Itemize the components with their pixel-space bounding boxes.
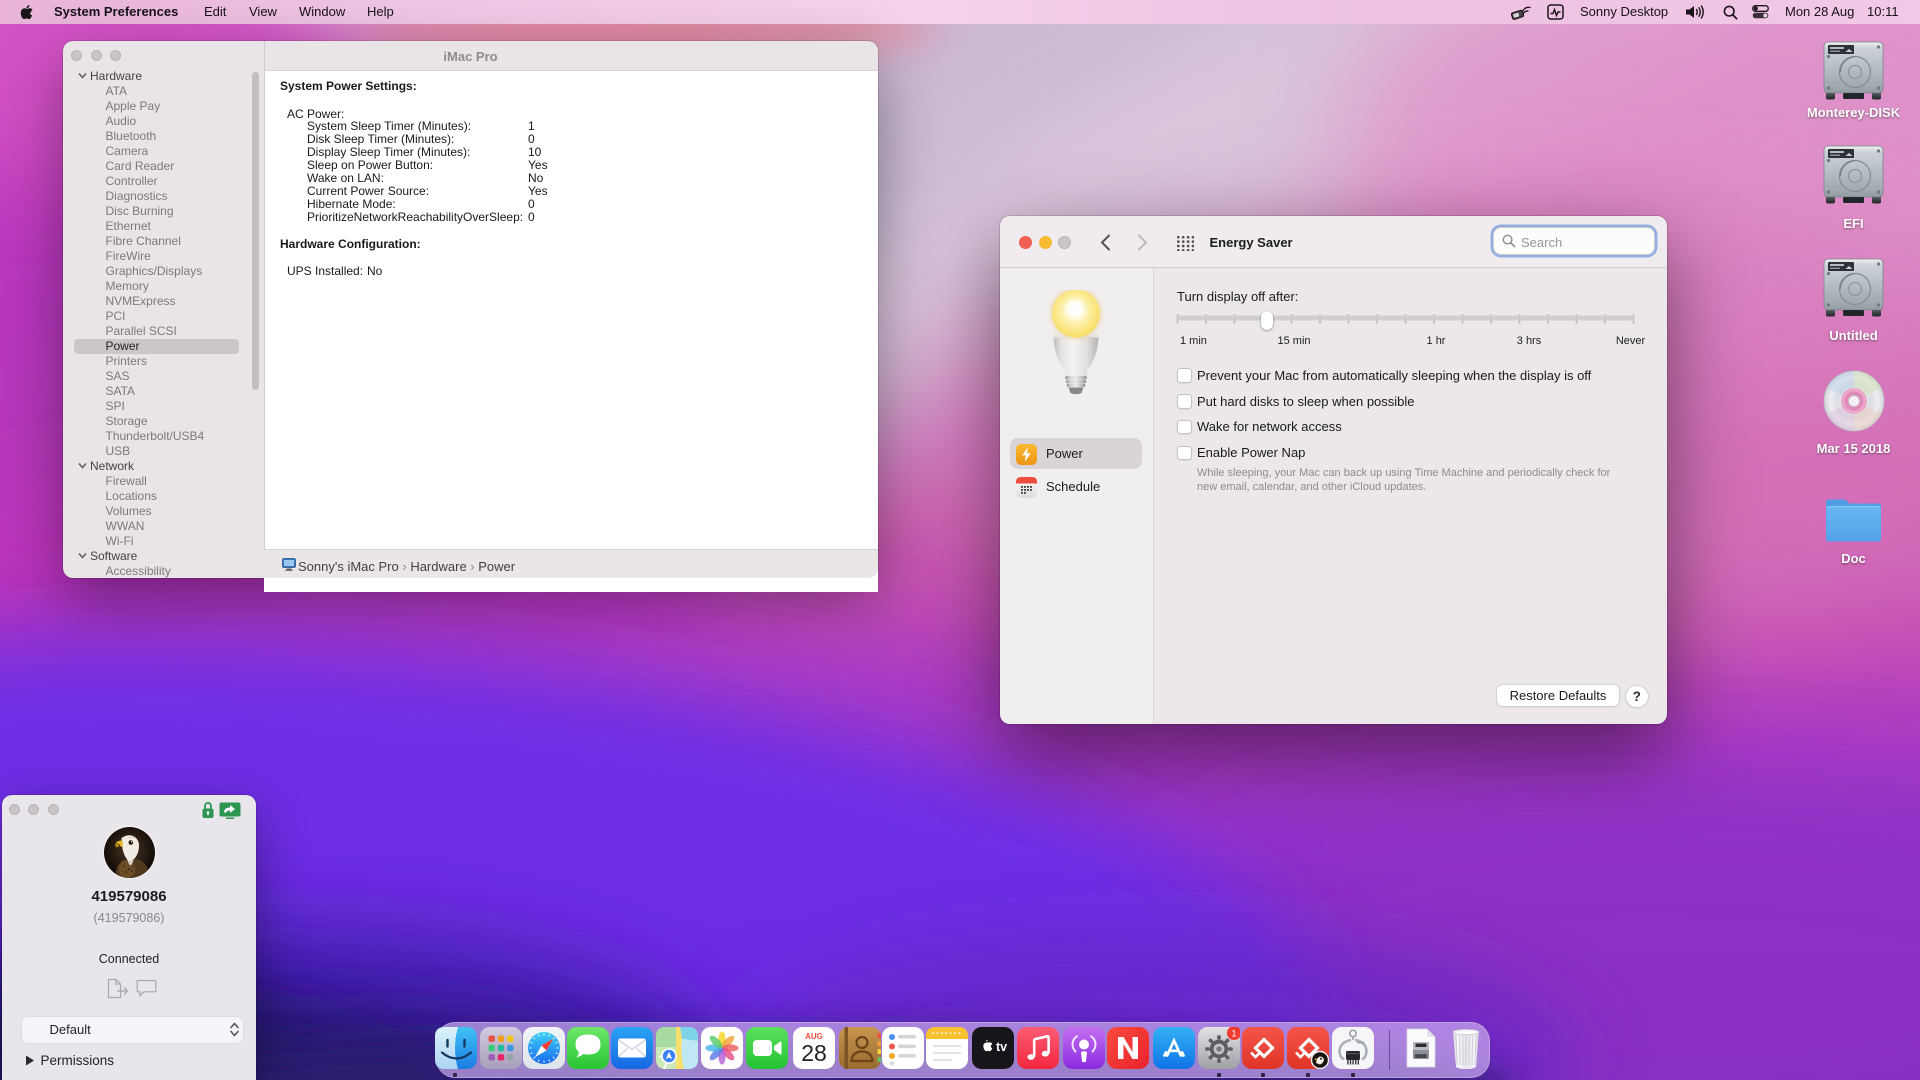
svg-text:1: 1: [1231, 1029, 1236, 1040]
svg-text:tv: tv: [996, 1040, 1007, 1054]
svg-text:28: 28: [801, 1040, 827, 1066]
